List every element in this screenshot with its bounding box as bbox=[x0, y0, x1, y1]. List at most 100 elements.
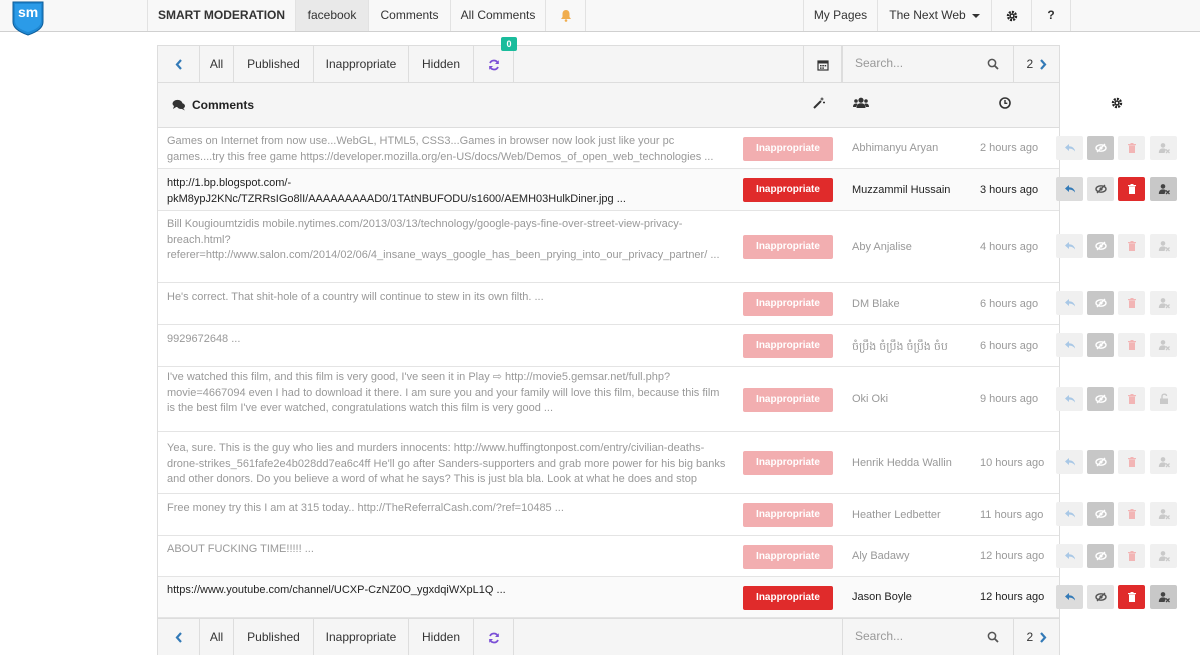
nav-comments[interactable]: Comments bbox=[368, 0, 450, 31]
search-input[interactable] bbox=[855, 629, 985, 643]
ban-user-button[interactable] bbox=[1150, 333, 1177, 357]
comment-text[interactable]: Free money try this I am at 315 today.. … bbox=[167, 501, 729, 533]
tab-inappropriate[interactable]: Inappropriate bbox=[314, 619, 409, 655]
delete-button[interactable] bbox=[1118, 333, 1145, 357]
comment-text[interactable]: I've watched this film, and this film is… bbox=[167, 370, 729, 433]
tab-hidden[interactable]: Hidden bbox=[409, 46, 474, 82]
hide-button[interactable] bbox=[1087, 333, 1114, 357]
help-button[interactable]: ? bbox=[1031, 0, 1071, 31]
delete-button[interactable] bbox=[1118, 450, 1145, 474]
comment-text[interactable]: http://1.bp.blogspot.com/-pkM8ypJ2KNc/TZ… bbox=[167, 176, 729, 208]
wand-icon[interactable] bbox=[813, 97, 825, 109]
status-badge-inappropriate[interactable]: Inappropriate bbox=[743, 545, 833, 569]
comment-author[interactable]: Oki Oki bbox=[852, 393, 888, 405]
hide-button[interactable] bbox=[1087, 544, 1114, 568]
ban-user-button[interactable] bbox=[1150, 502, 1177, 526]
nav-facebook[interactable]: facebook bbox=[295, 0, 368, 31]
tab-all[interactable]: All bbox=[200, 619, 234, 655]
delete-button[interactable] bbox=[1118, 291, 1145, 315]
tab-published[interactable]: Published bbox=[234, 619, 314, 655]
delete-button[interactable] bbox=[1118, 502, 1145, 526]
comment-author[interactable]: Muzzammil Hussain bbox=[852, 184, 950, 196]
ban-user-button[interactable] bbox=[1150, 585, 1177, 609]
nav-all-comments[interactable]: All Comments bbox=[450, 0, 545, 31]
ban-user-button[interactable] bbox=[1150, 177, 1177, 201]
comment-text[interactable]: He's correct. That shit-hole of a countr… bbox=[167, 290, 729, 322]
comment-author[interactable]: Henrik Hedda Wallin bbox=[852, 457, 952, 469]
refresh-button[interactable] bbox=[474, 46, 514, 82]
date-filter-button[interactable] bbox=[803, 46, 842, 82]
search-icon[interactable] bbox=[987, 58, 999, 70]
page-select-dropdown[interactable]: The Next Web bbox=[877, 0, 991, 31]
comment-text[interactable]: 9929672648 ... bbox=[167, 332, 729, 364]
reply-button[interactable] bbox=[1056, 387, 1083, 411]
clock-icon[interactable] bbox=[999, 97, 1011, 109]
hide-button[interactable] bbox=[1087, 234, 1114, 258]
next-page-button[interactable]: 2 bbox=[1013, 46, 1059, 82]
hide-button[interactable] bbox=[1087, 502, 1114, 526]
status-badge-inappropriate[interactable]: Inappropriate bbox=[743, 451, 833, 475]
comment-author[interactable]: Aly Badawy bbox=[852, 550, 909, 562]
delete-button[interactable] bbox=[1118, 544, 1145, 568]
status-badge-inappropriate[interactable]: Inappropriate bbox=[743, 388, 833, 412]
reply-button[interactable] bbox=[1056, 177, 1083, 201]
next-page-button[interactable]: 2 bbox=[1013, 619, 1059, 655]
reply-button[interactable] bbox=[1056, 450, 1083, 474]
status-badge-inappropriate[interactable]: Inappropriate bbox=[743, 137, 833, 161]
notifications-button[interactable] bbox=[545, 0, 586, 31]
comment-author[interactable]: ចំប្រឹង ចំប្រឹង ចំប្រឹង ចំប bbox=[852, 340, 948, 356]
comment-author[interactable]: Jason Boyle bbox=[852, 591, 912, 603]
app-logo[interactable]: sm bbox=[11, 0, 45, 36]
reply-button[interactable] bbox=[1056, 291, 1083, 315]
refresh-button[interactable] bbox=[474, 619, 514, 655]
reply-button[interactable] bbox=[1056, 502, 1083, 526]
status-badge-inappropriate[interactable]: Inappropriate bbox=[743, 334, 833, 358]
search-input[interactable] bbox=[855, 56, 985, 70]
comment-text[interactable]: Games on Internet from now use...WebGL, … bbox=[167, 134, 729, 166]
users-icon[interactable] bbox=[853, 97, 869, 109]
search-icon[interactable] bbox=[987, 631, 999, 643]
tab-all[interactable]: All bbox=[200, 46, 234, 82]
comment-text[interactable]: Bill Kougioumtzidis mobile.nytimes.com/2… bbox=[167, 217, 729, 280]
comment-author[interactable]: Aby Anjalise bbox=[852, 241, 912, 253]
status-badge-inappropriate[interactable]: Inappropriate bbox=[743, 503, 833, 527]
comment-text[interactable]: https://www.youtube.com/channel/UCXP-CzN… bbox=[167, 583, 729, 615]
settings-button[interactable] bbox=[991, 0, 1031, 31]
hide-button[interactable] bbox=[1087, 450, 1114, 474]
ban-user-button[interactable] bbox=[1150, 450, 1177, 474]
comment-author[interactable]: DM Blake bbox=[852, 298, 900, 310]
status-badge-inappropriate[interactable]: Inappropriate bbox=[743, 586, 833, 610]
prev-page-button[interactable] bbox=[158, 619, 200, 655]
status-badge-inappropriate[interactable]: Inappropriate bbox=[743, 178, 833, 202]
delete-button[interactable] bbox=[1118, 234, 1145, 258]
delete-button[interactable] bbox=[1118, 585, 1145, 609]
reply-button[interactable] bbox=[1056, 544, 1083, 568]
comment-text[interactable]: Yea, sure. This is the guy who lies and … bbox=[167, 441, 729, 489]
hide-button[interactable] bbox=[1087, 177, 1114, 201]
reply-button[interactable] bbox=[1056, 234, 1083, 258]
hide-button[interactable] bbox=[1087, 585, 1114, 609]
ban-user-button[interactable] bbox=[1150, 234, 1177, 258]
comment-author[interactable]: Abhimanyu Aryan bbox=[852, 142, 938, 154]
tab-published[interactable]: Published bbox=[234, 46, 314, 82]
tab-hidden[interactable]: Hidden bbox=[409, 619, 474, 655]
unban-user-button[interactable] bbox=[1150, 387, 1177, 411]
ban-user-button[interactable] bbox=[1150, 544, 1177, 568]
delete-button[interactable] bbox=[1118, 387, 1145, 411]
tab-inappropriate[interactable]: Inappropriate bbox=[314, 46, 409, 82]
gear-icon[interactable] bbox=[1111, 97, 1123, 109]
hide-button[interactable] bbox=[1087, 387, 1114, 411]
reply-button[interactable] bbox=[1056, 333, 1083, 357]
comment-author[interactable]: Heather Ledbetter bbox=[852, 509, 941, 521]
brand-link[interactable]: SMART MODERATION bbox=[147, 0, 295, 31]
my-pages-link[interactable]: My Pages bbox=[803, 0, 877, 31]
ban-user-button[interactable] bbox=[1150, 291, 1177, 315]
reply-button[interactable] bbox=[1056, 585, 1083, 609]
delete-button[interactable] bbox=[1118, 136, 1145, 160]
status-badge-inappropriate[interactable]: Inappropriate bbox=[743, 235, 833, 259]
comment-text[interactable]: ABOUT FUCKING TIME!!!!! ... bbox=[167, 542, 729, 574]
delete-button[interactable] bbox=[1118, 177, 1145, 201]
ban-user-button[interactable] bbox=[1150, 136, 1177, 160]
reply-button[interactable] bbox=[1056, 136, 1083, 160]
prev-page-button[interactable] bbox=[158, 46, 200, 82]
